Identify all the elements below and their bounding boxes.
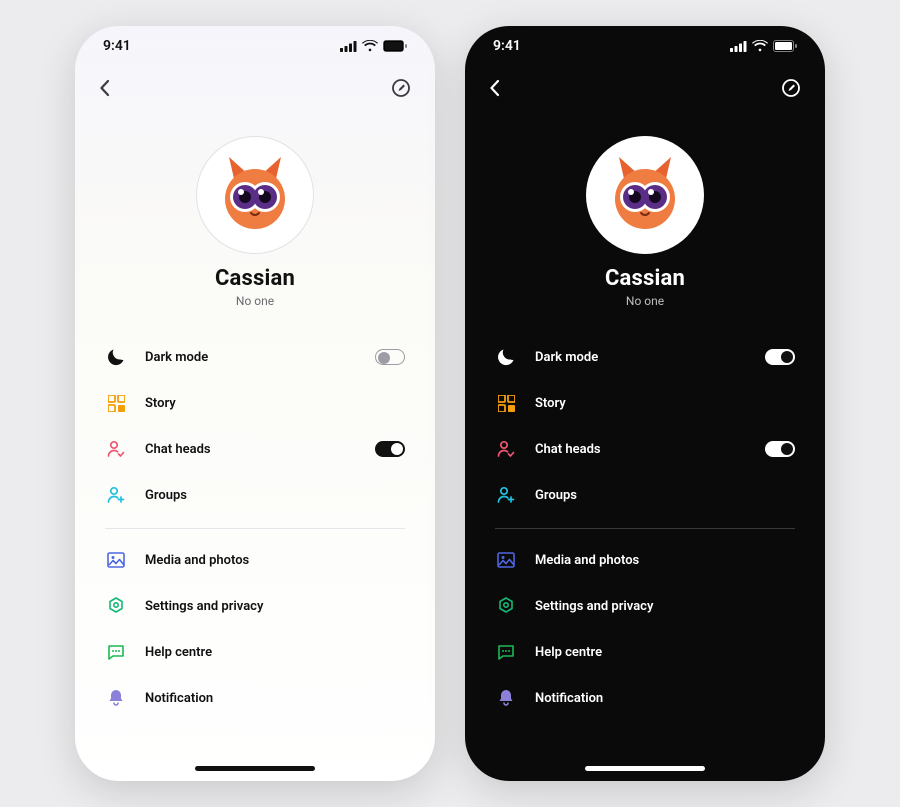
avatar[interactable] xyxy=(196,136,314,254)
avatar-image xyxy=(597,147,693,243)
settings-icon xyxy=(105,597,127,615)
row-label: Help centre xyxy=(145,645,405,660)
chat-icon xyxy=(105,644,127,661)
profile-subtitle: No one xyxy=(626,294,664,308)
grid-icon xyxy=(105,395,127,412)
row-story[interactable]: Story xyxy=(105,380,405,426)
bell-icon xyxy=(495,689,517,707)
settings-icon xyxy=(495,597,517,615)
row-dark-mode[interactable]: Dark mode xyxy=(105,334,405,380)
wifi-icon xyxy=(362,40,378,52)
divider xyxy=(495,528,795,529)
status-icons xyxy=(340,40,407,52)
toggle-dark-mode[interactable] xyxy=(765,349,795,365)
status-bar: 9:41 xyxy=(465,26,825,66)
image-icon xyxy=(495,552,517,568)
user-plus-icon xyxy=(495,486,517,504)
status-bar: 9:41 xyxy=(75,26,435,66)
row-dark-mode[interactable]: Dark mode xyxy=(495,334,795,380)
menu: Dark mode Story Chat heads Groups xyxy=(465,326,825,721)
status-time: 9:41 xyxy=(103,38,131,54)
menu: Dark mode Story Chat heads Groups xyxy=(75,326,435,721)
row-label: Media and photos xyxy=(535,553,795,568)
home-indicator[interactable] xyxy=(585,766,705,771)
row-settings[interactable]: Settings and privacy xyxy=(495,583,795,629)
row-label: Settings and privacy xyxy=(535,599,795,614)
row-notification[interactable]: Notification xyxy=(105,675,405,721)
row-help[interactable]: Help centre xyxy=(495,629,795,675)
back-icon[interactable] xyxy=(489,79,500,97)
image-icon xyxy=(105,552,127,568)
row-label: Notification xyxy=(535,691,795,706)
row-label: Settings and privacy xyxy=(145,599,405,614)
edit-icon[interactable] xyxy=(781,78,801,98)
row-label: Notification xyxy=(145,691,405,706)
back-icon[interactable] xyxy=(99,79,110,97)
status-time: 9:41 xyxy=(493,38,521,54)
header xyxy=(465,66,825,110)
row-label: Groups xyxy=(145,488,405,503)
row-groups[interactable]: Groups xyxy=(105,472,405,518)
grid-icon xyxy=(495,395,517,412)
row-label: Dark mode xyxy=(145,350,357,365)
row-label: Chat heads xyxy=(535,442,747,457)
phone-light: 9:41 xyxy=(75,26,435,781)
row-media[interactable]: Media and photos xyxy=(105,537,405,583)
bell-icon xyxy=(105,689,127,707)
toggle-chat-heads[interactable] xyxy=(375,441,405,457)
row-label: Help centre xyxy=(535,645,795,660)
phone-dark: 9:41 xyxy=(465,26,825,781)
signal-icon xyxy=(340,41,357,52)
avatar[interactable] xyxy=(586,136,704,254)
row-notification[interactable]: Notification xyxy=(495,675,795,721)
status-icons xyxy=(730,40,797,52)
profile-subtitle: No one xyxy=(236,294,274,308)
home-indicator[interactable] xyxy=(195,766,315,771)
row-help[interactable]: Help centre xyxy=(105,629,405,675)
divider xyxy=(105,528,405,529)
profile-name: Cassian xyxy=(605,266,685,291)
chat-icon xyxy=(495,644,517,661)
row-label: Media and photos xyxy=(145,553,405,568)
signal-icon xyxy=(730,41,747,52)
wifi-icon xyxy=(752,40,768,52)
user-check-icon xyxy=(105,440,127,458)
row-label: Story xyxy=(535,396,795,411)
row-chat-heads[interactable]: Chat heads xyxy=(105,426,405,472)
row-settings[interactable]: Settings and privacy xyxy=(105,583,405,629)
edit-icon[interactable] xyxy=(391,78,411,98)
row-media[interactable]: Media and photos xyxy=(495,537,795,583)
profile: Cassian No one xyxy=(465,136,825,308)
row-chat-heads[interactable]: Chat heads xyxy=(495,426,795,472)
row-label: Chat heads xyxy=(145,442,357,457)
row-label: Groups xyxy=(535,488,795,503)
avatar-image xyxy=(207,147,303,243)
user-check-icon xyxy=(495,440,517,458)
row-label: Story xyxy=(145,396,405,411)
user-plus-icon xyxy=(105,486,127,504)
battery-icon xyxy=(383,40,407,52)
row-groups[interactable]: Groups xyxy=(495,472,795,518)
battery-icon xyxy=(773,40,797,52)
toggle-chat-heads[interactable] xyxy=(765,441,795,457)
row-story[interactable]: Story xyxy=(495,380,795,426)
profile: Cassian No one xyxy=(75,136,435,308)
toggle-dark-mode[interactable] xyxy=(375,349,405,365)
moon-icon xyxy=(105,348,127,366)
row-label: Dark mode xyxy=(535,350,747,365)
header xyxy=(75,66,435,110)
moon-icon xyxy=(495,348,517,366)
profile-name: Cassian xyxy=(215,266,295,291)
